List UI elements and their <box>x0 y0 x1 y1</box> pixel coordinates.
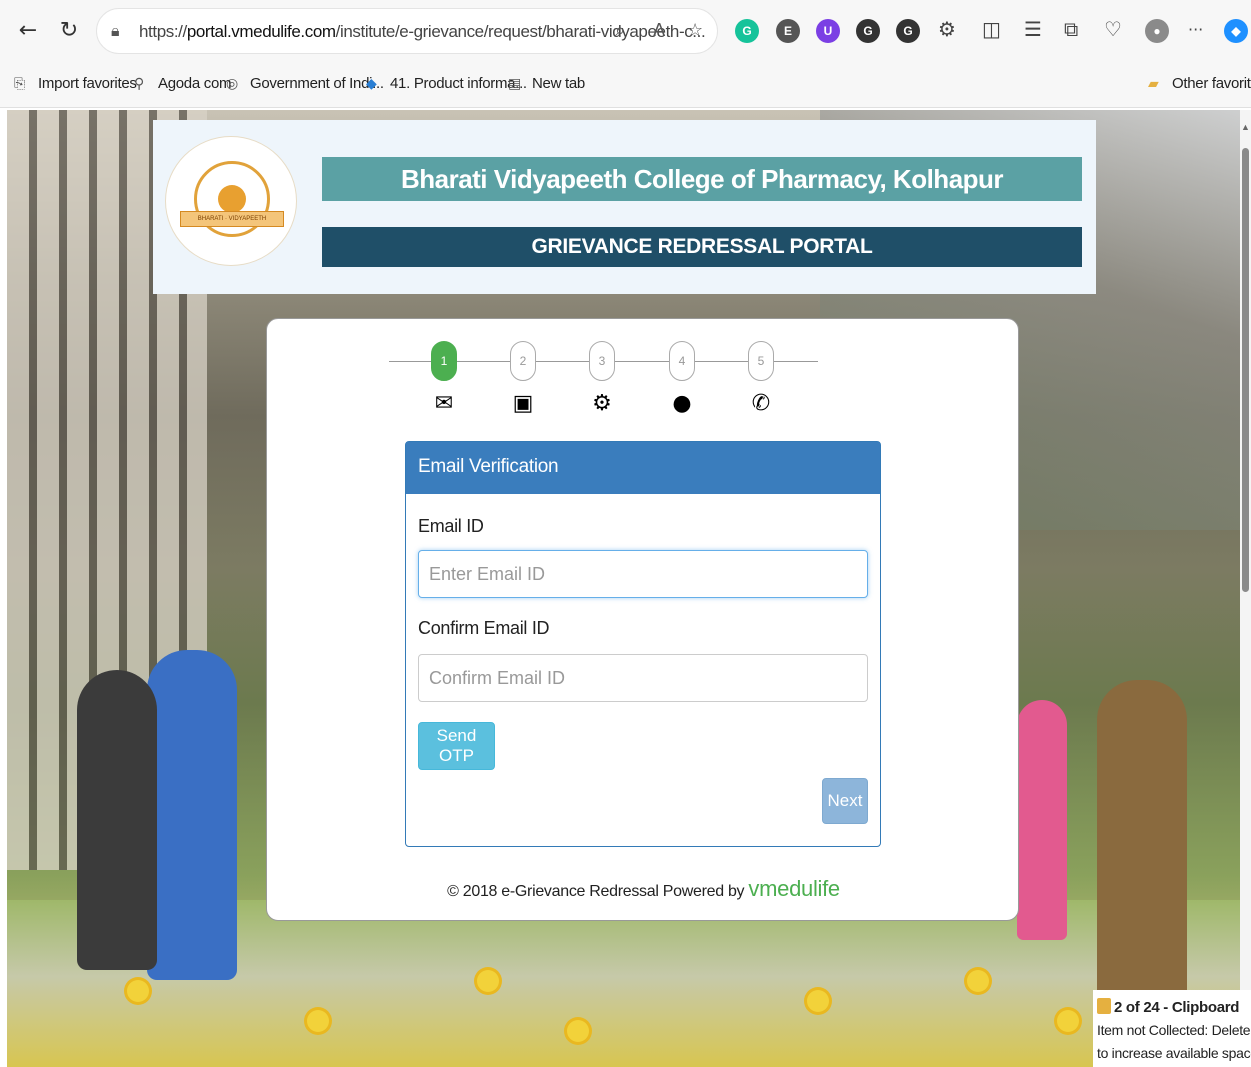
fav-other-favorites[interactable]: ▰Other favorites <box>1148 75 1251 92</box>
panel-title: Email Verification <box>406 442 880 494</box>
confirm-email-label: Confirm Email ID <box>418 618 550 638</box>
copilot-icon[interactable]: ◆ <box>1224 19 1248 43</box>
footer-text: © 2018 e-Grievance Redressal Powered by <box>447 883 749 900</box>
send-otp-button[interactable]: Send OTP <box>418 722 495 770</box>
import-icon: ⎘ <box>14 76 25 92</box>
step-4[interactable]: 4 <box>669 341 695 381</box>
profile-avatar[interactable]: ● <box>1145 19 1169 43</box>
extension-icon[interactable]: E <box>776 19 800 43</box>
toast-line-1: Item not Collected: Delete items <box>1097 1022 1251 1038</box>
extension-icon[interactable]: G <box>856 19 880 43</box>
read-aloud-icon[interactable]: A <box>653 20 665 41</box>
college-logo: BHARATI · VIDYAPEETH <box>165 136 297 266</box>
comment-icon: ● <box>672 391 692 416</box>
toast-line-2: to increase available space <box>1097 1045 1251 1061</box>
agoda-icon: ⚲ <box>134 76 144 92</box>
scroll-up-icon[interactable]: ▲ <box>1241 122 1250 132</box>
background-flower <box>477 970 499 992</box>
cogs-icon: ⚙ <box>592 391 612 416</box>
clipboard-notification: 2 of 24 - Clipboard Item not Collected: … <box>1093 990 1251 1067</box>
background-flower <box>307 1010 329 1032</box>
email-label: Email ID <box>418 516 484 536</box>
contact-card-icon: ▣ <box>512 391 534 416</box>
email-input[interactable] <box>418 550 868 598</box>
footer: © 2018 e-Grievance Redressal Powered by … <box>267 876 1020 902</box>
clipboard-icon <box>1097 998 1111 1014</box>
email-verification-panel: Email Verification Email ID Confirm Emai… <box>405 441 881 847</box>
page-viewport: BHARATI · VIDYAPEETH Bharati Vidyapeeth … <box>7 110 1240 1067</box>
fav-new-tab[interactable]: ▤ New tab <box>508 75 585 92</box>
background-flower <box>127 980 149 1002</box>
favorites-bar: ⎘ Import favorites ⚲ Agoda com ◎ Government… <box>0 64 1251 108</box>
college-title: Bharati Vidyapeeth College of Pharmacy, … <box>322 157 1082 201</box>
background-person <box>147 650 237 980</box>
phone-icon: ✆ <box>751 391 771 416</box>
favorite-star-icon[interactable]: ☆ <box>687 20 703 41</box>
background-person <box>1097 680 1187 1010</box>
toast-title: 2 of 24 - Clipboard <box>1097 996 1247 1019</box>
gov-emblem-icon: ◎ <box>226 76 238 92</box>
more-icon[interactable]: ··· <box>1188 20 1203 39</box>
background-flower <box>967 970 989 992</box>
fav-agoda[interactable]: ⚲ Agoda com <box>134 75 231 92</box>
collections-icon[interactable]: ⧉ <box>1064 17 1078 41</box>
back-arrow-icon[interactable]: ← <box>14 14 42 48</box>
portal-header: BHARATI · VIDYAPEETH Bharati Vidyapeeth … <box>153 120 1096 294</box>
refresh-icon[interactable]: ↻ <box>55 14 83 48</box>
favorites-list-icon[interactable]: ☰ <box>1024 17 1042 41</box>
grammarly-extension-icon[interactable]: G <box>735 19 759 43</box>
split-screen-icon[interactable]: ◫ <box>982 17 1001 41</box>
page-icon: ▤ <box>508 76 521 92</box>
extension-icon[interactable]: U <box>816 19 840 43</box>
step-3[interactable]: 3 <box>589 341 615 381</box>
fav-import-favorites[interactable]: ⎘ Import favorites <box>14 75 137 92</box>
background-person <box>1017 700 1067 940</box>
zoom-icon[interactable]: ⌕ <box>615 20 625 41</box>
extension-icon[interactable]: G <box>896 19 920 43</box>
step-5[interactable]: 5 <box>748 341 774 381</box>
background-flower <box>567 1020 589 1042</box>
logo-ribbon: BHARATI · VIDYAPEETH <box>180 211 284 227</box>
background-person <box>77 670 157 970</box>
background-flower <box>807 990 829 1012</box>
background-flower <box>1057 1010 1079 1032</box>
folder-icon: ▰ <box>1148 76 1159 92</box>
performance-icon[interactable]: ♡ <box>1104 17 1122 41</box>
page-scrollbar[interactable]: ▲ <box>1240 110 1251 1067</box>
vmedulife-link[interactable]: vmedulife <box>748 876 840 901</box>
address-bar[interactable]: 🔒︎ https://portal.vmedulife.com/institut… <box>96 8 718 54</box>
step-1[interactable]: 1 <box>431 341 457 381</box>
fav-product-info[interactable]: ◆ 41. Product informa... <box>366 75 527 92</box>
next-button[interactable]: Next <box>822 778 868 824</box>
fav-government[interactable]: ◎ Government of Indi... <box>226 75 384 92</box>
browser-toolbar: ← ↻ 🔒︎ https://portal.vmedulife.com/inst… <box>0 0 1251 64</box>
diamond-icon: ◆ <box>366 76 377 92</box>
portal-title: GRIEVANCE REDRESSAL PORTAL <box>322 227 1082 267</box>
logo-emblem <box>218 185 246 213</box>
lock-icon[interactable]: 🔒︎ <box>111 21 120 41</box>
envelope-icon: ✉ <box>434 391 454 416</box>
confirm-email-input[interactable] <box>418 654 868 702</box>
grievance-card: 1 2 3 4 5 ✉ ▣ ⚙ ● ✆ Email Verification E… <box>266 318 1019 921</box>
scroll-thumb[interactable] <box>1242 148 1249 592</box>
extensions-puzzle-icon[interactable]: ⚙ <box>938 17 956 41</box>
step-2[interactable]: 2 <box>510 341 536 381</box>
